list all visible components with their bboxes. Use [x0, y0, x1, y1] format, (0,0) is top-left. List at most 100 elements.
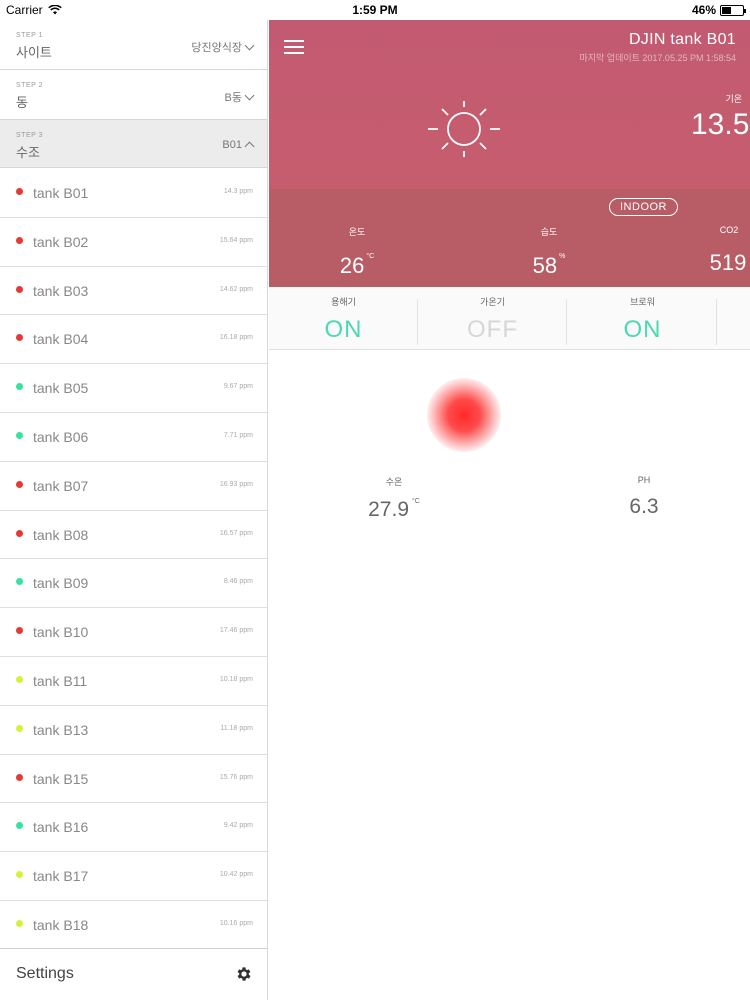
tank-row-b13[interactable]: tank B13 11.18 ppm: [0, 706, 267, 755]
step-value-text: 당진양식장: [191, 42, 242, 54]
tank-name: tank B18: [33, 916, 89, 933]
tank-row-b06[interactable]: tank B06 7.71 ppm: [0, 413, 267, 462]
tank-ppm: 10.16 ppm: [219, 919, 253, 927]
status-dot: [16, 627, 23, 635]
tank-name: tank B11: [33, 672, 88, 689]
tank-ppm: 10.42 ppm: [219, 871, 253, 879]
reading-unit: °C: [412, 498, 420, 505]
metric-unit: °C: [366, 253, 375, 260]
hero-header: DJIN tank B01 마지막 업데이트 2017.05.25 PM 1:5…: [269, 20, 750, 287]
tank-row-b01[interactable]: tank B01 14.3 ppm: [0, 169, 267, 218]
battery-indicator: 46%: [691, 3, 746, 17]
toggle-label: 가온기: [480, 297, 505, 307]
tank-row-b17[interactable]: tank B17 10.42 ppm: [0, 852, 267, 901]
tank-name: tank B13: [33, 721, 89, 738]
settings-label: Settings: [16, 965, 74, 982]
last-updated: 마지막 업데이트 2017.05.25 PM 1:58:54: [579, 53, 736, 63]
page-title: DJIN tank B01: [628, 31, 736, 48]
tank-row-b11[interactable]: tank B11 10.18 ppm: [0, 657, 267, 706]
tank-ppm: 7.71 ppm: [223, 431, 253, 439]
tank-ppm: 9.42 ppm: [223, 822, 253, 830]
reading-number: 6.3: [629, 495, 659, 518]
tank-ppm: 9.67 ppm: [223, 383, 253, 391]
toggle-dissolver[interactable]: 용해기 ON: [269, 287, 418, 350]
tank-ppm: 10.18 ppm: [219, 675, 253, 683]
step-number: STEP 1: [16, 32, 43, 39]
status-dot: [16, 236, 23, 244]
step-number: STEP 2: [16, 82, 43, 89]
menu-icon[interactable]: [284, 40, 304, 54]
tank-row-b03[interactable]: tank B03 14.62 ppm: [0, 267, 267, 316]
metric-number: 519: [709, 250, 747, 275]
tank-name: tank B15: [33, 770, 89, 787]
tank-name: tank B02: [33, 233, 89, 250]
divider: [716, 299, 717, 345]
status-dot: [16, 480, 23, 488]
tank-ppm: 17.46 ppm: [219, 627, 253, 635]
reading-value: 6.3: [589, 495, 699, 519]
settings-bar[interactable]: Settings: [0, 948, 267, 1000]
metric-unit: %: [559, 253, 566, 260]
status-dot: [16, 578, 23, 586]
metric-co2: CO2 519: [699, 225, 750, 276]
toggle-value: ON: [324, 316, 363, 343]
tank-row-b10[interactable]: tank B10 17.46 ppm: [0, 608, 267, 657]
metric-label: 습도: [540, 227, 558, 237]
tank-ppm: 15.64 ppm: [219, 236, 253, 244]
metric-label: CO2: [719, 225, 739, 235]
tank-row-b08[interactable]: tank B08 16.57 ppm: [0, 511, 267, 560]
tank-row-b09[interactable]: tank B09 8.46 ppm: [0, 559, 267, 609]
tank-ppm: 14.62 ppm: [219, 285, 253, 293]
status-dot: [16, 675, 23, 683]
step-building-selector[interactable]: STEP 2 동 B동: [0, 70, 267, 120]
status-dot: [16, 871, 23, 879]
metric-number: 58: [532, 253, 558, 278]
step-number: STEP 3: [16, 132, 43, 139]
step-label: 수조: [16, 145, 40, 160]
toggle-blower[interactable]: 브로워 ON: [568, 287, 717, 350]
tank-ppm: 11.18 ppm: [220, 724, 253, 732]
tank-row-b02[interactable]: tank B02 15.64 ppm: [0, 218, 267, 267]
tank-row-b07[interactable]: tank B07 16.93 ppm: [0, 462, 267, 511]
indoor-panel: INDOOR 온도 26 °C 습도 58% CO2 519: [269, 189, 750, 287]
toggle-value: ON: [623, 316, 662, 343]
tank-row-b04[interactable]: tank B04 16.18 ppm: [0, 315, 267, 365]
step-label: 동: [16, 95, 28, 110]
tank-row-b05[interactable]: tank B05 9.67 ppm: [0, 364, 267, 413]
gear-icon[interactable]: [235, 965, 253, 983]
clock: 1:59 PM: [352, 3, 398, 17]
indoor-badge: INDOOR: [609, 198, 678, 216]
status-dot: [16, 822, 23, 830]
toggle-value: OFF: [467, 316, 518, 343]
outdoor-temp-label: 기온: [725, 94, 742, 104]
tank-ppm: 16.18 ppm: [219, 334, 253, 342]
main-panel: DJIN tank B01 마지막 업데이트 2017.05.25 PM 1:5…: [269, 20, 750, 1000]
tank-name: tank B08: [33, 526, 89, 543]
battery-percent: 46%: [691, 3, 716, 17]
toggle-label: 용해기: [331, 297, 356, 307]
metric-humidity: 습도 58%: [519, 225, 579, 279]
status-bar: Carrier 1:59 PM 46%: [0, 0, 750, 20]
tank-row-b15[interactable]: tank B15 15.76 ppm: [0, 755, 267, 804]
tank-name: tank B09: [33, 575, 89, 592]
tank-row-b16[interactable]: tank B16 9.42 ppm: [0, 803, 267, 853]
device-toggles: 용해기 ON 가온기 OFF 브로워 ON: [269, 287, 750, 350]
sidebar: STEP 1 사이트 당진양식장 STEP 2 동 B동 STEP 3 수조 B…: [0, 20, 268, 1000]
toggle-label: 브로워: [630, 297, 655, 307]
tank-name: tank B07: [33, 477, 89, 494]
reading-water-temp: 수온 27.9 °C: [339, 475, 449, 522]
outdoor-temp-value: 13.5: [691, 108, 750, 141]
tank-name: tank B04: [33, 331, 89, 348]
step-value: B동: [225, 89, 255, 105]
step-site-selector[interactable]: STEP 1 사이트 당진양식장: [0, 20, 267, 70]
tank-name: tank B06: [33, 428, 89, 445]
metric-temperature: 온도 26 °C: [327, 225, 387, 279]
reading-number: 27.9: [368, 498, 409, 521]
reading-ph: PH 6.3: [589, 475, 699, 519]
toggle-heater[interactable]: 가온기 OFF: [418, 287, 567, 350]
tank-ppm: 16.93 ppm: [219, 480, 253, 488]
tank-name: tank B03: [33, 282, 89, 299]
metric-value: 58%: [519, 253, 579, 279]
step-tank-selector[interactable]: STEP 3 수조 B01: [0, 120, 267, 168]
tank-row-b18[interactable]: tank B18 10.16 ppm: [0, 901, 267, 950]
